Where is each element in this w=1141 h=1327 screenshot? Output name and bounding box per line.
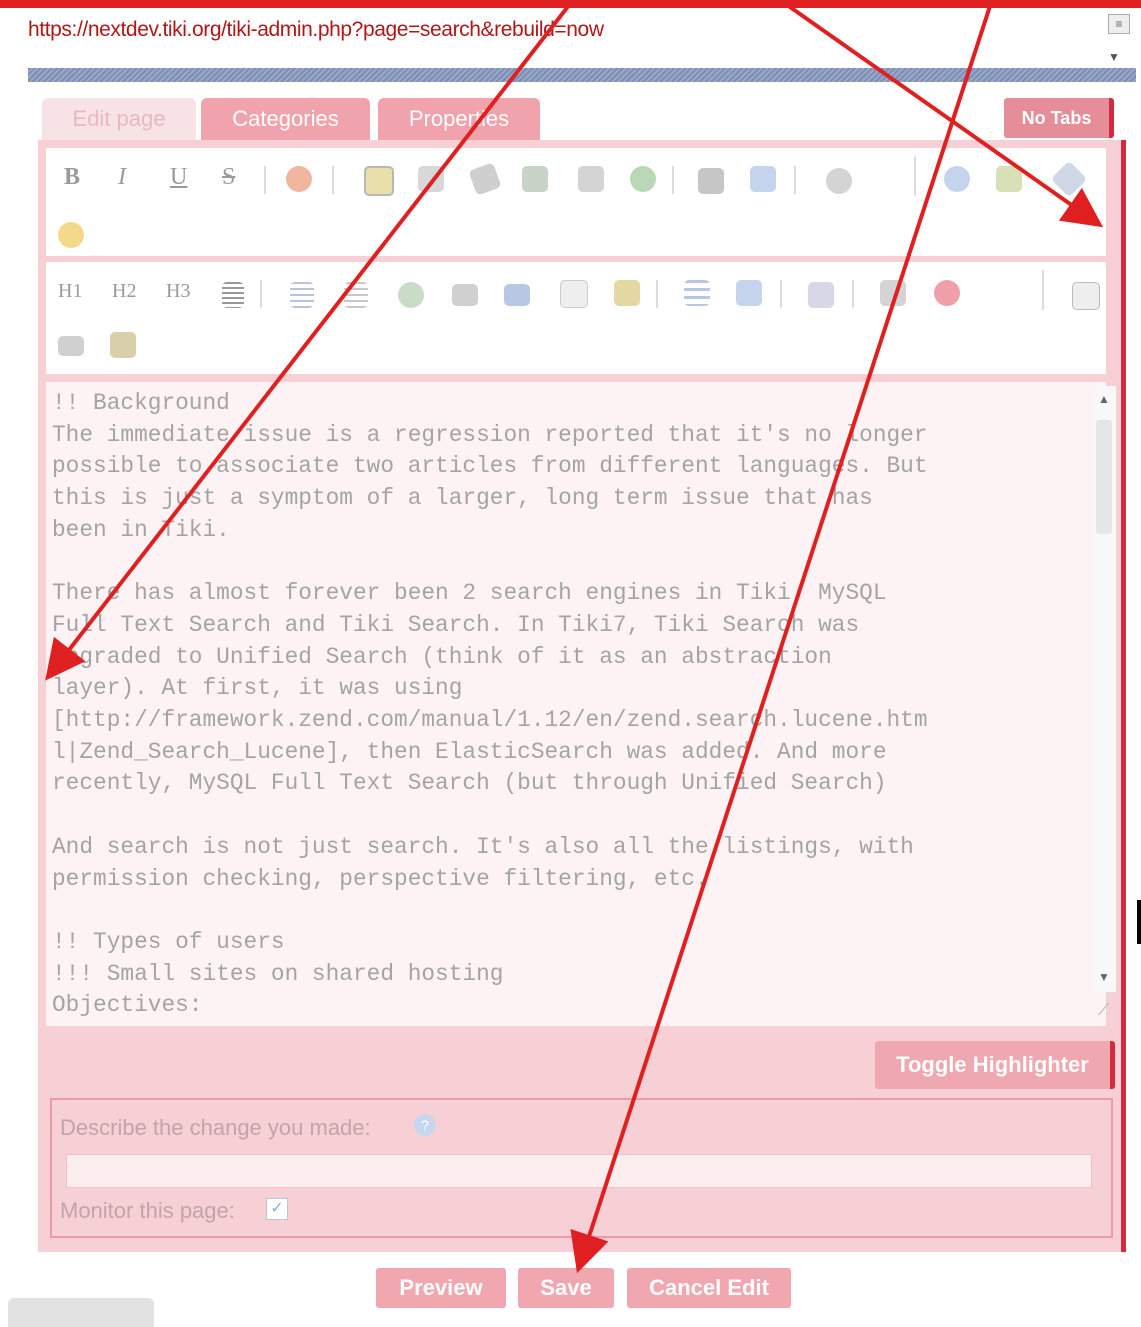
bottom-gray-tab: [8, 1298, 154, 1327]
tag-icon[interactable]: [468, 162, 502, 196]
editor-content: !! Background The immediate issue is a r…: [52, 390, 928, 1019]
stop-icon[interactable]: [934, 280, 960, 306]
no-tabs-button[interactable]: No Tabs: [1004, 98, 1114, 138]
scroll-down-icon[interactable]: ▼: [1098, 970, 1110, 984]
url-textarea[interactable]: https://nextdev.tiki.org/tiki-admin.php?…: [0, 8, 1141, 68]
scroll-grip-icon[interactable]: ≡: [1108, 14, 1130, 34]
toolbar-separator: [656, 280, 658, 308]
help-icon[interactable]: [944, 166, 970, 192]
color-palette-icon[interactable]: [286, 166, 312, 192]
toolbar-separator: [852, 280, 854, 308]
binoculars-icon[interactable]: [698, 168, 724, 194]
camera-icon[interactable]: [58, 336, 84, 356]
url-text: https://nextdev.tiki.org/tiki-admin.php?…: [28, 18, 604, 41]
describe-change-label: Describe the change you made:: [60, 1115, 371, 1140]
bold-button[interactable]: B: [64, 164, 80, 191]
cancel-edit-button[interactable]: Cancel Edit: [627, 1268, 791, 1308]
special-chars-icon[interactable]: [826, 168, 852, 194]
plugin-icon[interactable]: [880, 280, 906, 306]
save-button[interactable]: Save: [518, 1268, 614, 1308]
h1-button[interactable]: H1: [58, 280, 82, 303]
toolbar-separator: [1042, 270, 1044, 310]
bullet-list-icon[interactable]: [290, 282, 314, 308]
monitor-page-checkbox[interactable]: ✓: [266, 1198, 288, 1220]
editor-scrollbar[interactable]: ▲ ▼: [1094, 386, 1116, 992]
scrollbar-thumb[interactable]: [1096, 420, 1112, 534]
link-add-icon[interactable]: [398, 282, 424, 308]
box-icon[interactable]: [808, 282, 834, 308]
top-red-bar: [0, 0, 1141, 8]
url-scrollbar[interactable]: ≡ ▼: [1104, 12, 1134, 70]
toolbar-row-1: B I U S: [46, 148, 1106, 256]
tab-categories[interactable]: Categories: [201, 98, 370, 140]
toolbar-separator: [672, 166, 674, 194]
toolbar-separator: [794, 166, 796, 194]
copy-icon[interactable]: [418, 166, 444, 192]
page-icon[interactable]: [560, 280, 588, 308]
document-icon[interactable]: [736, 280, 762, 306]
toolbar-separator: [780, 280, 782, 308]
progress-stripe: [28, 68, 1136, 82]
html-icon[interactable]: [504, 284, 530, 306]
globe-icon[interactable]: [630, 166, 656, 192]
underline-button[interactable]: U: [170, 164, 187, 191]
page-break-icon[interactable]: [684, 280, 710, 306]
toggle-highlighter-button[interactable]: Toggle Highlighter: [875, 1041, 1115, 1089]
monitor-page-label: Monitor this page:: [60, 1198, 235, 1223]
tab-properties[interactable]: Properties: [378, 98, 540, 140]
toolbar-separator: [332, 166, 334, 194]
smiley-icon[interactable]: [58, 222, 84, 248]
fullscreen-icon[interactable]: [1072, 282, 1100, 310]
align-center-icon[interactable]: [222, 282, 244, 308]
h2-button[interactable]: H2: [112, 280, 136, 303]
edit-icon[interactable]: [110, 332, 136, 358]
toolbar-row-2: H1 H2 H3: [46, 262, 1106, 374]
table-icon[interactable]: [452, 284, 478, 306]
toolbar-separator: [914, 156, 916, 196]
preview-button[interactable]: Preview: [376, 1268, 506, 1308]
switch-editor-icon[interactable]: [996, 166, 1022, 192]
settings-wrench-icon[interactable]: [1050, 160, 1088, 198]
replace-icon[interactable]: [750, 166, 776, 192]
page-edit-icon[interactable]: [614, 280, 640, 306]
disk-icon[interactable]: [578, 166, 604, 192]
numbered-list-icon[interactable]: [344, 282, 368, 308]
scroll-up-icon[interactable]: ▲: [1098, 392, 1110, 406]
help-icon[interactable]: ?: [414, 1114, 436, 1136]
strikethrough-button[interactable]: S: [222, 164, 235, 191]
toolbar-separator: [264, 166, 266, 194]
edit-summary-input[interactable]: [66, 1154, 1092, 1188]
toolbar-separator: [260, 280, 262, 308]
italic-button[interactable]: I: [118, 164, 126, 191]
tag-add-icon[interactable]: [522, 166, 548, 192]
image-icon[interactable]: [364, 166, 394, 196]
resize-grip-icon[interactable]: ⟋: [1098, 1002, 1116, 1020]
cursor-mark: [1137, 900, 1141, 944]
tab-edit-page[interactable]: Edit page: [42, 98, 196, 140]
scroll-down-icon[interactable]: ▼: [1108, 50, 1120, 64]
h3-button[interactable]: H3: [166, 280, 190, 303]
wiki-editor-textarea[interactable]: !! Background The immediate issue is a r…: [46, 382, 1106, 1026]
